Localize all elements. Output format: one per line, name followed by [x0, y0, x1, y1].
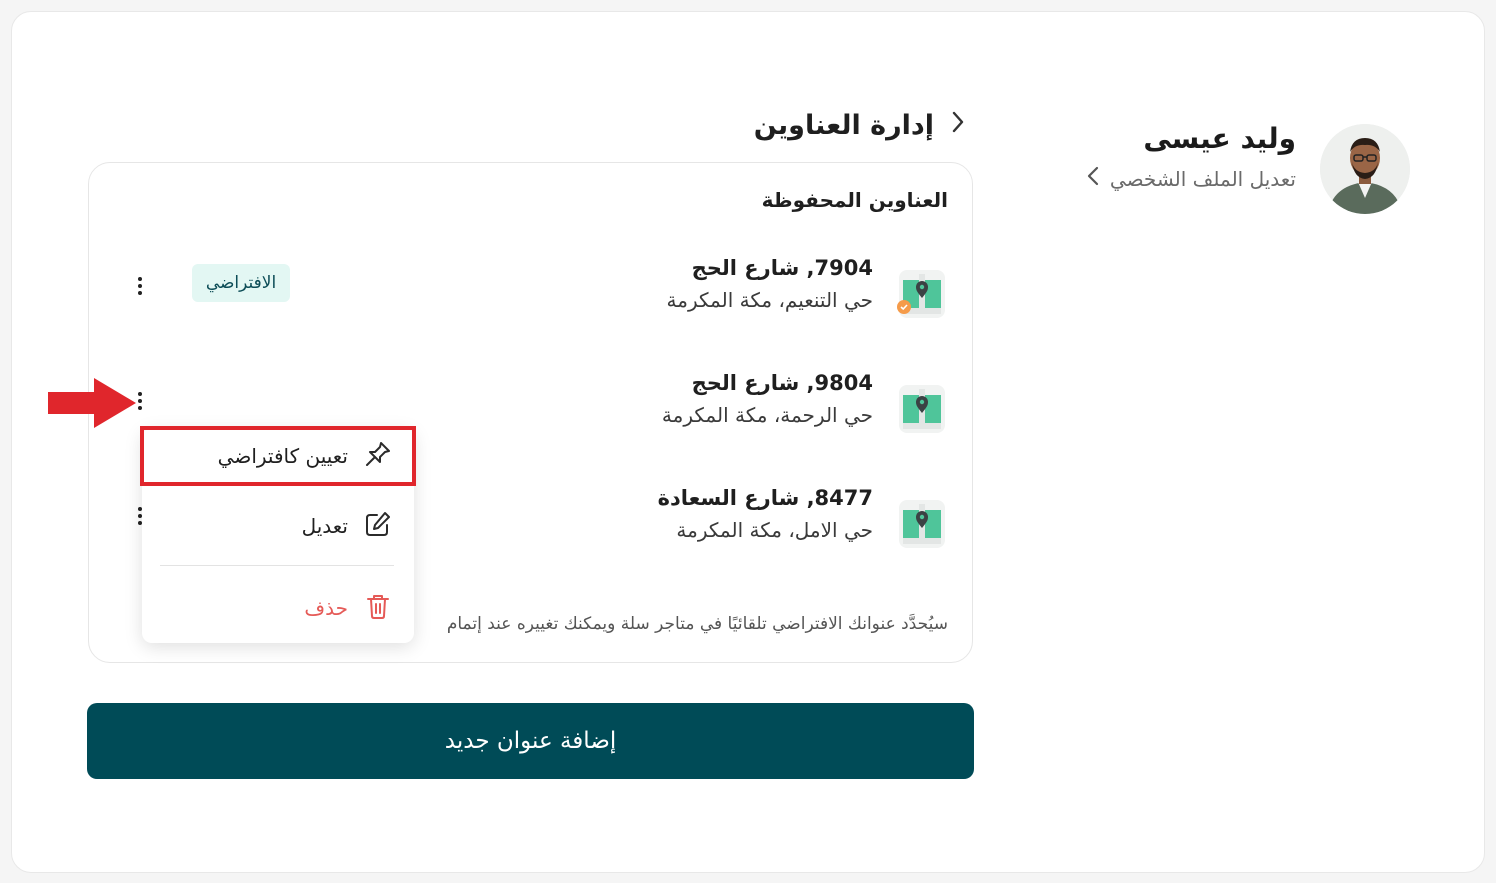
delete-menu-item[interactable]: حذف — [142, 580, 414, 636]
address-line1: 9804, شارع الحج — [691, 371, 873, 395]
address-line1: 7904, شارع الحج — [691, 256, 873, 280]
map-pin-icon — [897, 498, 947, 550]
default-check-icon — [897, 300, 911, 314]
page-title: إدارة العناوين — [753, 110, 934, 141]
add-address-button[interactable]: إضافة عنوان جديد — [87, 703, 974, 779]
edit-profile-link[interactable]: تعديل الملف الشخصي — [1086, 166, 1296, 192]
set-default-label: تعيين كافتراضي — [217, 444, 348, 468]
back-chevron-icon[interactable] — [950, 110, 966, 141]
edit-menu-item[interactable]: تعديل — [142, 498, 414, 554]
set-default-menu-item[interactable]: تعيين كافتراضي — [140, 426, 416, 486]
address-line2: حي التنعيم، مكة المكرمة — [666, 288, 873, 312]
trash-icon — [364, 592, 392, 625]
address-line2: حي الامل، مكة المكرمة — [676, 518, 873, 542]
address-line1: 8477, شارع السعادة — [657, 486, 873, 510]
map-pin-icon — [897, 383, 947, 435]
more-options-icon[interactable] — [128, 272, 152, 300]
pin-icon — [364, 440, 392, 473]
menu-divider — [160, 565, 394, 566]
address-options-menu: تعيين كافتراضي تعديل حذف — [140, 426, 416, 643]
address-item[interactable]: 7904, شارع الحج حي التنعيم، مكة المكرمة … — [88, 256, 973, 336]
page-header: إدارة العناوين — [754, 110, 966, 141]
edit-profile-label: تعديل الملف الشخصي — [1109, 167, 1296, 191]
annotation-arrow-icon — [48, 378, 136, 428]
avatar — [1320, 124, 1410, 214]
edit-label: تعديل — [301, 514, 348, 538]
delete-label: حذف — [304, 596, 348, 620]
default-badge: الافتراضي — [192, 264, 290, 302]
chevron-left-icon — [1086, 166, 1100, 192]
address-line2: حي الرحمة، مكة المكرمة — [661, 403, 873, 427]
default-address-note: سيُحدَّد عنوانك الافتراضي تلقائيًا في مت… — [446, 614, 948, 634]
profile-name: وليد عيسى — [1143, 122, 1296, 155]
saved-addresses-title: العناوين المحفوظة — [761, 188, 948, 212]
edit-icon — [364, 510, 392, 543]
